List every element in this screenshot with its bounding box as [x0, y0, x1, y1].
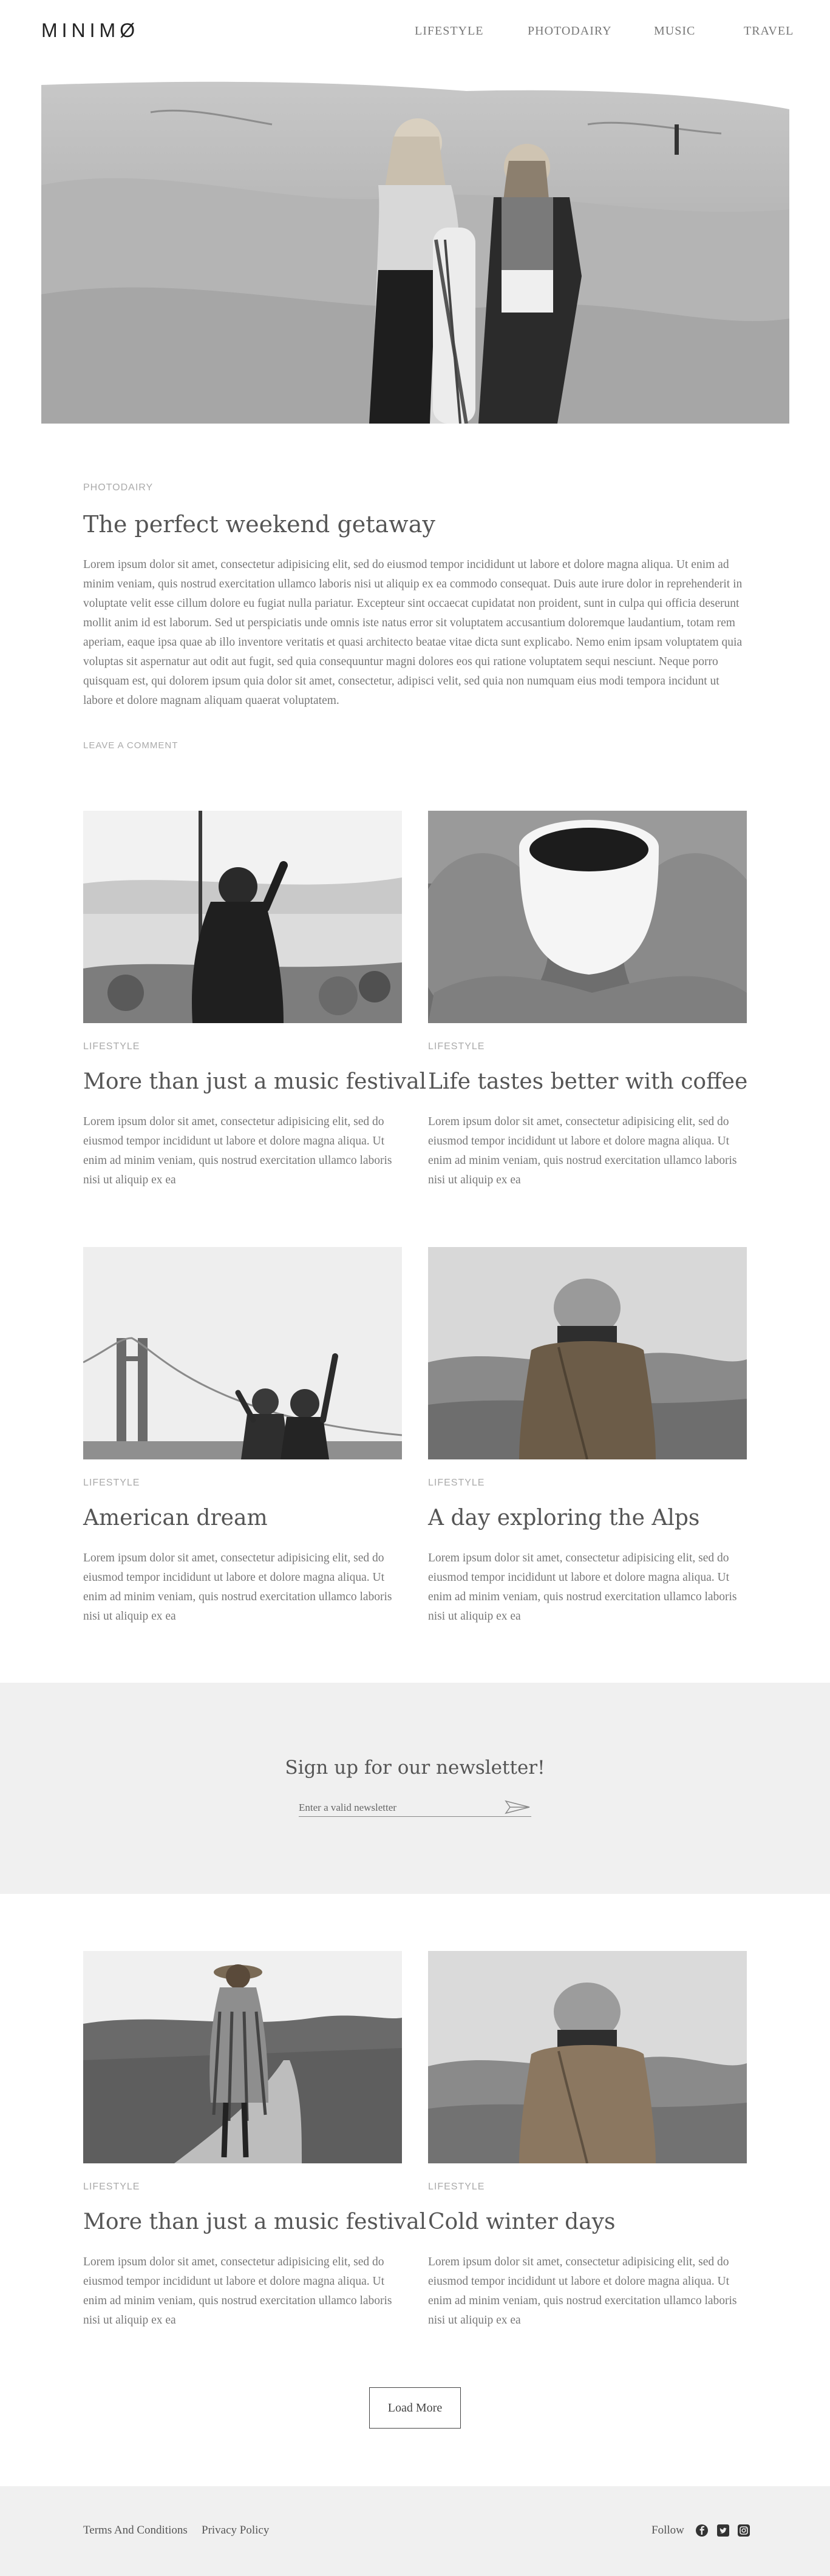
post-image-music-festival[interactable] — [83, 811, 402, 1023]
featured-body: Lorem ipsum dolor sit amet, consectetur … — [83, 558, 743, 707]
post-category[interactable]: LIFESTYLE — [83, 2182, 140, 2192]
post-body: Lorem ipsum dolor sit amet, consectetur … — [83, 1115, 392, 1186]
featured-category[interactable]: PHOTODAIRY — [83, 482, 153, 493]
post-category[interactable]: LIFESTYLE — [428, 1478, 485, 1489]
post-image-american-dream[interactable] — [83, 1247, 402, 1459]
post-category[interactable]: LIFESTYLE — [83, 1041, 140, 1052]
site-logo[interactable]: MINIMØ — [41, 19, 139, 42]
post-title[interactable]: More than just a music festival — [83, 1069, 426, 1094]
post-body: Lorem ipsum dolor sit amet, consectetur … — [428, 1115, 737, 1186]
post-image-cold-winter[interactable] — [428, 1951, 747, 2163]
post-body: Lorem ipsum dolor sit amet, consectetur … — [83, 2256, 392, 2327]
facebook-icon[interactable] — [695, 2524, 709, 2537]
featured-title[interactable]: The perfect weekend getaway — [83, 511, 435, 538]
instagram-icon[interactable] — [737, 2524, 750, 2537]
post-title[interactable]: American dream — [83, 1506, 268, 1530]
newsletter-email-input[interactable] — [299, 1799, 531, 1817]
post-image-coffee[interactable] — [428, 811, 747, 1023]
post-title[interactable]: A day exploring the Alps — [428, 1506, 699, 1530]
post-image-alps[interactable] — [428, 1247, 747, 1459]
post-category[interactable]: LIFESTYLE — [83, 1478, 140, 1489]
terms-link[interactable]: Terms And Conditions — [83, 2524, 188, 2537]
leave-comment-link[interactable]: LEAVE A COMMENT — [83, 740, 178, 751]
load-more-button[interactable]: Load More — [369, 2387, 461, 2429]
follow-label: Follow — [651, 2524, 684, 2537]
newsletter-title: Sign up for our newsletter! — [285, 1757, 545, 1779]
nav-item-travel[interactable]: TRAVEL — [744, 24, 794, 38]
site-header: MINIMØ LIFESTYLE PHOTODAIRY MUSIC TRAVEL — [0, 0, 830, 62]
twitter-icon[interactable] — [716, 2524, 730, 2537]
hero-image[interactable] — [41, 76, 789, 424]
post-body: Lorem ipsum dolor sit amet, consectetur … — [428, 1552, 737, 1623]
newsletter-section: Sign up for our newsletter! — [0, 1683, 830, 1894]
site-footer: Terms And Conditions Privacy Policy Foll… — [0, 2486, 830, 2576]
send-icon[interactable] — [504, 1799, 532, 1815]
post-body: Lorem ipsum dolor sit amet, consectetur … — [83, 1552, 392, 1623]
privacy-link[interactable]: Privacy Policy — [202, 2524, 269, 2537]
post-image-road-trip[interactable] — [83, 1951, 402, 2163]
post-body: Lorem ipsum dolor sit amet, consectetur … — [428, 2256, 737, 2327]
post-category[interactable]: LIFESTYLE — [428, 1041, 485, 1052]
post-title[interactable]: More than just a music festival — [83, 2209, 426, 2234]
nav-item-lifestyle[interactable]: LIFESTYLE — [415, 24, 483, 38]
post-title[interactable]: Life tastes better with coffee — [428, 1069, 747, 1094]
post-title[interactable]: Cold winter days — [428, 2209, 615, 2234]
post-category[interactable]: LIFESTYLE — [428, 2182, 485, 2192]
nav-item-photodairy[interactable]: PHOTODAIRY — [528, 24, 612, 38]
nav-item-music[interactable]: MUSIC — [654, 24, 695, 38]
